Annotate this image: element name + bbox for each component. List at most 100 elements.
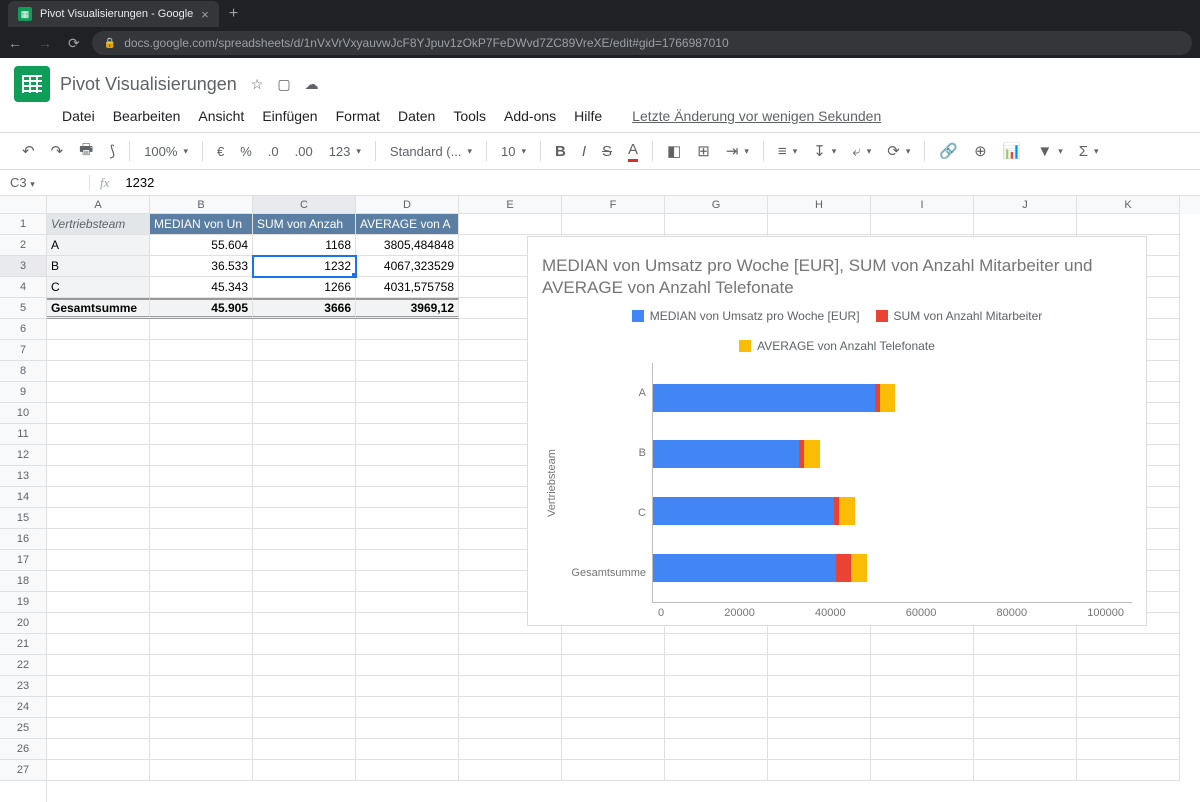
- select-all-corner[interactable]: [0, 196, 46, 214]
- comment-button[interactable]: ⊕: [968, 142, 993, 160]
- row-header[interactable]: 27: [0, 760, 46, 781]
- cell[interactable]: Vertriebsteam: [47, 214, 150, 235]
- row-header[interactable]: 1: [0, 214, 46, 235]
- menu-ansicht[interactable]: Ansicht: [198, 108, 244, 124]
- menu-einfuegen[interactable]: Einfügen: [262, 108, 317, 124]
- cloud-icon[interactable]: ☁: [305, 76, 319, 93]
- redo-icon[interactable]: ↷: [45, 142, 70, 160]
- star-icon[interactable]: ☆: [251, 76, 264, 93]
- row-header[interactable]: 15: [0, 508, 46, 529]
- menu-hilfe[interactable]: Hilfe: [574, 108, 602, 124]
- link-button[interactable]: 🔗: [933, 142, 964, 160]
- row-header[interactable]: 18: [0, 571, 46, 592]
- doc-title[interactable]: Pivot Visualisierungen: [60, 74, 237, 95]
- cell[interactable]: A: [47, 235, 150, 256]
- cell[interactable]: SUM von Anzah: [253, 214, 356, 235]
- row-header[interactable]: 17: [0, 550, 46, 571]
- text-color-button[interactable]: A: [622, 141, 644, 162]
- row-header[interactable]: 24: [0, 697, 46, 718]
- col-header[interactable]: G: [665, 196, 768, 214]
- cell[interactable]: C: [47, 277, 150, 298]
- row-header[interactable]: 5: [0, 298, 46, 319]
- col-header[interactable]: F: [562, 196, 665, 214]
- cell[interactable]: 3666: [253, 298, 356, 319]
- reload-icon[interactable]: ⟳: [68, 35, 80, 52]
- row-header[interactable]: 20: [0, 613, 46, 634]
- name-box[interactable]: C3 ▾: [0, 175, 90, 190]
- cell[interactable]: B: [47, 256, 150, 277]
- col-header[interactable]: E: [459, 196, 562, 214]
- fill-color-button[interactable]: ◧: [661, 142, 687, 160]
- row-header[interactable]: 19: [0, 592, 46, 613]
- row-header[interactable]: 6: [0, 319, 46, 340]
- row-header[interactable]: 23: [0, 676, 46, 697]
- back-icon[interactable]: ←: [8, 35, 22, 51]
- col-header[interactable]: H: [768, 196, 871, 214]
- row-header[interactable]: 2: [0, 235, 46, 256]
- number-format-button[interactable]: 123: [323, 144, 367, 159]
- row-header[interactable]: 3: [0, 256, 46, 277]
- col-header[interactable]: K: [1077, 196, 1180, 214]
- row-header[interactable]: 16: [0, 529, 46, 550]
- italic-button[interactable]: I: [576, 143, 592, 160]
- address-bar[interactable]: 🔒 docs.google.com/spreadsheets/d/1nVxVrV…: [92, 31, 1192, 55]
- menu-daten[interactable]: Daten: [398, 108, 435, 124]
- halign-button[interactable]: ≡: [772, 143, 803, 160]
- row-header[interactable]: 7: [0, 340, 46, 361]
- row-header[interactable]: 26: [0, 739, 46, 760]
- paint-format-icon[interactable]: ⟆: [103, 142, 121, 160]
- menu-tools[interactable]: Tools: [453, 108, 486, 124]
- cell[interactable]: 45.343: [150, 277, 253, 298]
- percent-button[interactable]: %: [234, 144, 258, 159]
- menu-addons[interactable]: Add-ons: [504, 108, 556, 124]
- row-header[interactable]: 25: [0, 718, 46, 739]
- strikethrough-button[interactable]: S: [596, 143, 618, 160]
- chart-button[interactable]: 📊: [997, 142, 1028, 160]
- cell[interactable]: 45.905: [150, 298, 253, 319]
- cell[interactable]: 3805,484848: [356, 235, 459, 256]
- bold-button[interactable]: B: [549, 143, 572, 160]
- valign-button[interactable]: ↧: [807, 142, 842, 160]
- embedded-chart[interactable]: MEDIAN von Umsatz pro Woche [EUR], SUM v…: [527, 236, 1147, 626]
- row-header[interactable]: 8: [0, 361, 46, 382]
- wrap-button[interactable]: ⤶: [846, 143, 877, 160]
- col-header[interactable]: D: [356, 196, 459, 214]
- merge-button[interactable]: ⇥: [720, 142, 755, 160]
- cell-selected[interactable]: 1232: [253, 256, 356, 277]
- col-header[interactable]: J: [974, 196, 1077, 214]
- cell[interactable]: 1168: [253, 235, 356, 256]
- cell[interactable]: 4031,575758: [356, 277, 459, 298]
- col-header[interactable]: A: [47, 196, 150, 214]
- undo-icon[interactable]: ↶: [16, 142, 41, 160]
- grid[interactable]: A B C D E F G H I J K Vertriebsteam MEDI…: [47, 196, 1200, 802]
- decrease-decimal-button[interactable]: .0: [262, 144, 285, 159]
- menu-datei[interactable]: Datei: [62, 108, 95, 124]
- row-header[interactable]: 22: [0, 655, 46, 676]
- row-header[interactable]: 10: [0, 403, 46, 424]
- formula-bar[interactable]: 1232: [119, 175, 160, 190]
- row-header[interactable]: 21: [0, 634, 46, 655]
- col-header[interactable]: B: [150, 196, 253, 214]
- borders-button[interactable]: ⊞: [691, 142, 716, 160]
- row-header[interactable]: 14: [0, 487, 46, 508]
- cell[interactable]: Gesamtsumme: [47, 298, 150, 319]
- cell[interactable]: 3969,12: [356, 298, 459, 319]
- browser-tab[interactable]: ▦ Pivot Visualisierungen - Google ×: [8, 1, 219, 27]
- move-icon[interactable]: ▢: [277, 76, 290, 93]
- row-header[interactable]: 11: [0, 424, 46, 445]
- forward-icon[interactable]: →: [38, 35, 52, 51]
- cell[interactable]: 55.604: [150, 235, 253, 256]
- row-header[interactable]: 4: [0, 277, 46, 298]
- menu-format[interactable]: Format: [336, 108, 380, 124]
- last-edit-link[interactable]: Letzte Änderung vor wenigen Sekunden: [632, 108, 881, 124]
- filter-button[interactable]: ▼: [1031, 143, 1068, 160]
- sheets-logo[interactable]: [14, 66, 50, 102]
- cell[interactable]: 1266: [253, 277, 356, 298]
- print-icon[interactable]: 🖶: [73, 139, 99, 164]
- cell[interactable]: AVERAGE von A: [356, 214, 459, 235]
- increase-decimal-button[interactable]: .00: [289, 144, 319, 159]
- row-header[interactable]: 12: [0, 445, 46, 466]
- functions-button[interactable]: Σ: [1073, 143, 1105, 160]
- cell[interactable]: MEDIAN von Un: [150, 214, 253, 235]
- font-size-select[interactable]: 10: [495, 144, 532, 159]
